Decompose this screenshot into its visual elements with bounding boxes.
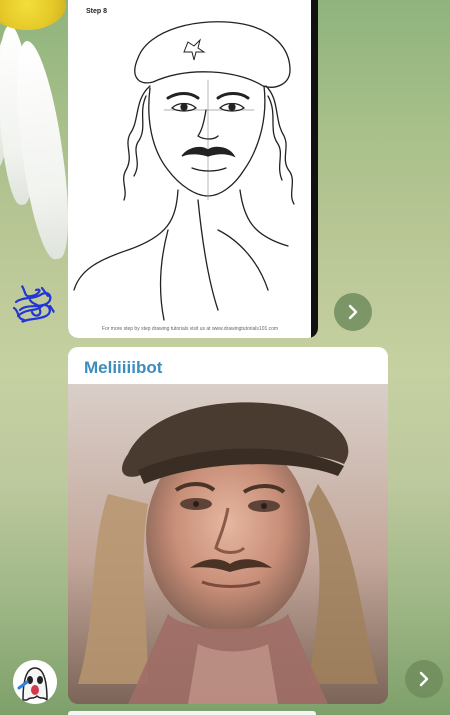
daisy-petal [0, 29, 22, 171]
generated-portrait [68, 384, 388, 704]
photo-message[interactable]: Step 8 For more step by step drawing tut… [68, 0, 318, 338]
avatar[interactable] [12, 282, 56, 326]
bot-message[interactable]: Meliiiiibot [68, 347, 388, 704]
avatar[interactable] [13, 660, 57, 704]
chevron-right-icon [419, 671, 429, 687]
next-message-edge [68, 711, 316, 715]
ghost-avatar-icon [13, 660, 57, 704]
sender-name[interactable]: Meliiiiibot [84, 358, 162, 378]
portrait-sketch [73, 21, 295, 321]
daisy-petal [0, 24, 39, 206]
daisy-petal [6, 38, 78, 262]
scribble-avatar-icon [12, 284, 56, 324]
message-photo-generated[interactable] [68, 384, 388, 704]
image-footer-text: For more step by step drawing tutorials … [101, 326, 279, 332]
chevron-right-icon [348, 304, 358, 320]
forward-button[interactable] [405, 660, 443, 698]
message-photo-drawing[interactable]: Step 8 For more step by step drawing tut… [68, 0, 311, 338]
daisy-center [0, 0, 66, 30]
forward-button[interactable] [334, 293, 372, 331]
